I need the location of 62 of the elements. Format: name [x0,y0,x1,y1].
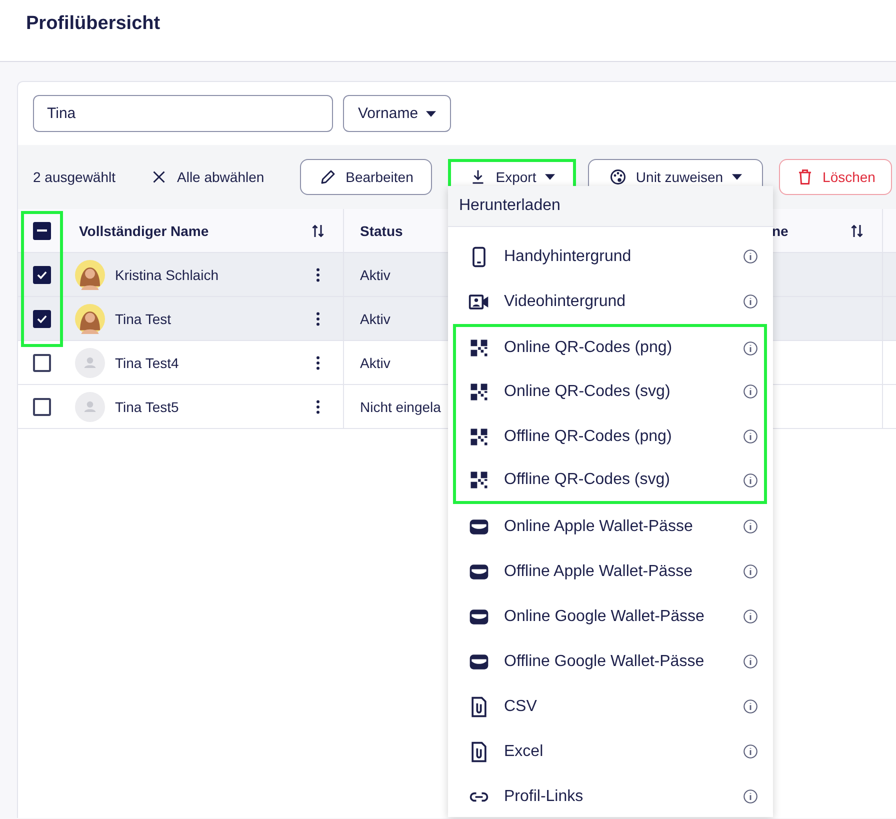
column-header: Vollständiger Name [79,222,210,238]
avatar-icon [75,392,105,422]
checkbox[interactable] [33,398,51,416]
column-header: ne [772,222,790,238]
table-cell-text: Tina Test [115,310,172,326]
info-icon [742,428,759,445]
menu-item[interactable]: Online QR-Codes (png) [456,327,764,369]
info-icon [742,340,759,356]
menu-item[interactable]: CSV [453,684,767,729]
info-icon [742,563,759,580]
table-cell-text: Tina Test4 [115,354,180,370]
avatar-icon [75,260,105,290]
qr-code-icon [468,337,490,359]
menu-item[interactable]: Excel [453,729,767,774]
delete-button[interactable]: Löschen [779,159,892,195]
menu-item[interactable]: Online Google Wallet-Pässe [453,594,767,639]
checkbox[interactable] [33,310,51,328]
checkbox[interactable] [33,222,51,240]
checkbox[interactable] [33,266,51,284]
dash-icon [37,229,47,232]
edit-button[interactable]: Bearbeiten [300,159,432,195]
selection-count: 2 ausgewählt [33,169,117,185]
menu-item[interactable]: Offline Apple Wallet-Pässe [453,549,767,594]
table-cell-text: Tina Test5 [115,398,180,414]
info-icon [742,608,759,625]
checkbox[interactable] [33,354,51,372]
table-cell: Aktiv [360,266,390,282]
caret-icon [545,174,556,180]
table-cell: Aktiv [360,310,390,326]
table-cell-text: Kristina Schlaich [115,266,220,282]
palette-icon [608,168,627,186]
menu-item[interactable]: Videohintergrund [453,279,767,324]
caret-icon [426,110,436,116]
info-icon [742,248,759,265]
menu-item[interactable]: Offline Google Wallet-Pässe [453,639,767,684]
menu-item[interactable]: Online Apple Wallet-Pässe [453,504,767,549]
menu-item[interactable]: Online QR-Codes (svg) [456,369,764,414]
info-icon [742,518,759,535]
info-icon [742,383,759,400]
info-icon [742,743,759,760]
menu-item[interactable]: Profil-Links [453,774,767,817]
menu-item[interactable]: Handyhintergrund [453,234,767,279]
info-icon [742,788,759,805]
avatar-icon [75,348,105,378]
table-cell: Aktiv [360,354,390,370]
pencil-icon [318,168,337,186]
qr-code-icon [468,469,490,491]
info-icon [742,293,759,310]
menu-section-title: Herunterladen [448,186,773,227]
search-field[interactable]: Tina [33,95,333,132]
info-icon [742,698,759,715]
info-icon [742,472,759,488]
deselect-all-button[interactable]: Alle abwählen [150,168,300,186]
page-title: Profilübersicht [26,13,160,35]
field-dropdown[interactable]: Vorname [343,95,452,132]
info-icon [742,653,759,670]
column-header: Status [360,222,404,238]
avatar-icon [75,304,105,334]
menu-item[interactable]: Offline QR-Codes (svg) [456,459,764,501]
table-cell: Nicht eingela [360,398,441,414]
caret-icon [732,174,742,180]
menu-item[interactable]: Offline QR-Codes (png) [456,414,764,459]
